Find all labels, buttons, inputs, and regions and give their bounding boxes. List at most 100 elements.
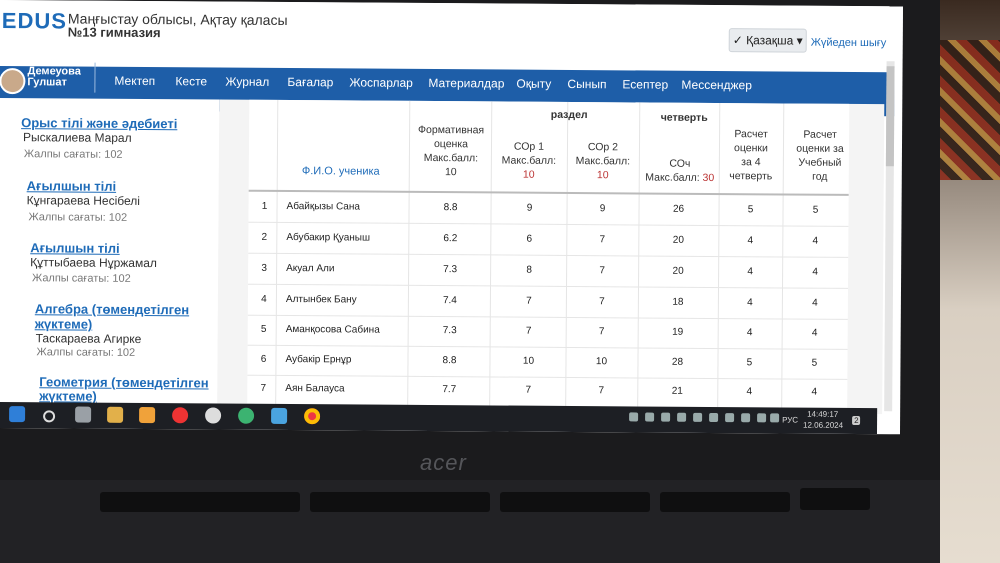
quarter-grade: 4 — [747, 266, 753, 278]
sor2-grade[interactable]: 7 — [566, 256, 638, 287]
year-grade: 5 — [812, 204, 819, 216]
volume-icon[interactable] — [770, 413, 780, 423]
user-name-line2: Гулшат — [27, 76, 67, 89]
subject-link[interactable]: Орыс тілі және әдебиеті — [21, 115, 177, 131]
user-name[interactable]: Демеуова Гулшат — [27, 65, 81, 89]
student-name: Аманқосова Сабина — [285, 324, 380, 336]
nav-mektep[interactable]: Мектеп — [114, 74, 155, 88]
nav-zhosparlar[interactable]: Жоспарлар — [349, 75, 413, 89]
tray-app-icon[interactable] — [645, 412, 655, 422]
header-y-l2: оценки за — [796, 142, 844, 155]
sor2-grade[interactable]: 7 — [566, 287, 638, 318]
nav-messenger[interactable]: Мессенджер — [681, 78, 752, 92]
header-formative-l1: Формативная — [418, 123, 485, 137]
chrome-icon[interactable] — [304, 408, 321, 425]
logout-link[interactable]: Жүйеден шығу — [811, 37, 887, 50]
cube-app-icon[interactable] — [271, 407, 288, 425]
soch-grade[interactable]: 21 — [637, 376, 717, 407]
network-icon[interactable] — [741, 413, 751, 423]
subject-teacher: Кұнгараева Несібелі — [26, 193, 141, 208]
subject-teacher: Құттыбаева Нұржамал — [30, 255, 157, 271]
formative-grade: 6.2 — [443, 233, 458, 245]
row-number: 7 — [260, 382, 267, 394]
subject-link[interactable]: Ағылшын тілі — [30, 240, 120, 256]
header-sor1-l2: Макс.балл: — [501, 154, 557, 167]
subject-link[interactable]: Алгебра (төмендетілген — [35, 301, 189, 317]
tray-app-icon[interactable] — [677, 412, 687, 422]
header-y-l1: Расчет — [803, 128, 837, 141]
soch-grade[interactable]: 26 — [638, 194, 718, 225]
input-language[interactable]: РУС — [782, 415, 798, 424]
nav-synyp[interactable]: Сынып — [567, 77, 606, 91]
clock-time[interactable]: 14:49:17 — [807, 410, 838, 419]
windows-start-icon[interactable] — [9, 406, 26, 423]
yandex-browser-icon[interactable] — [172, 407, 189, 424]
nav-keste[interactable]: Кесте — [175, 74, 207, 88]
sor2-grade[interactable]: 7 — [565, 376, 637, 407]
table-row[interactable]: 1 Абайқызы Сана 8.8 9 9 26 5 5 — [248, 191, 849, 227]
store-icon[interactable] — [139, 406, 156, 424]
soch-grade[interactable]: 28 — [637, 347, 717, 378]
header-soch-max: 30 — [702, 171, 715, 184]
wifi-icon[interactable] — [725, 413, 735, 423]
soch-grade[interactable]: 19 — [638, 317, 718, 348]
clock-date[interactable]: 12.06.2024 — [803, 421, 843, 430]
nav-bagalar[interactable]: Бағалар — [287, 75, 333, 89]
header-q-l2: оценки — [734, 142, 768, 155]
header-sor2-max: 10 — [596, 169, 609, 182]
soch-grade[interactable]: 18 — [638, 287, 718, 318]
sor2-grade[interactable]: 9 — [566, 194, 638, 225]
edus-logo[interactable]: EDUS — [2, 8, 67, 34]
sor1-grade[interactable]: 7 — [492, 286, 566, 317]
nav-zhurnal[interactable]: Журнал — [225, 75, 269, 89]
header-sor2-l2: Макс.балл: — [575, 155, 631, 168]
subject-link[interactable]: Ағылшын тілі — [27, 178, 117, 194]
year-grade: 4 — [812, 266, 818, 278]
header-sor1-l1: СОр 1 — [513, 140, 545, 153]
soch-grade[interactable]: 20 — [638, 256, 718, 287]
table-row[interactable]: 3 Акуал Али 7.3 8 7 20 4 4 — [248, 253, 849, 289]
key — [500, 492, 650, 512]
sor2-grade[interactable]: 10 — [565, 347, 637, 378]
search-icon[interactable] — [43, 410, 56, 423]
nav-esepter[interactable]: Есептер — [622, 77, 668, 91]
tray-app-icon[interactable] — [629, 412, 639, 422]
sor1-grade[interactable]: 8 — [492, 255, 566, 286]
sor1-grade[interactable]: 7 — [492, 316, 566, 347]
student-name: Аян Балауса — [285, 383, 345, 395]
header-sor1-max: 10 — [522, 168, 535, 181]
subject-link-line2[interactable]: жүктеме) — [35, 316, 93, 331]
nav-okytu[interactable]: Оқыту — [516, 77, 551, 91]
sor2-grade[interactable]: 7 — [566, 317, 638, 348]
header-formative: Формативная оценка Макс.балл: 10 — [409, 123, 493, 180]
formative-grade: 8.8 — [443, 202, 458, 214]
sor1-grade[interactable]: 6 — [492, 224, 566, 255]
header-sor1: СОр 1 Макс.балл: 10 — [493, 139, 565, 182]
formative-grade: 7.7 — [442, 384, 457, 396]
formative-grade: 7.3 — [442, 325, 457, 337]
row-number: 2 — [261, 231, 268, 243]
nav-materialdar[interactable]: Материалдар — [428, 76, 504, 91]
app-icon[interactable] — [238, 407, 255, 424]
sor2-grade[interactable]: 7 — [566, 225, 638, 256]
scrollbar-thumb[interactable] — [885, 66, 895, 167]
laptop: EDUS Маңғыстау облысы, Ақтау қаласы №13 … — [0, 0, 940, 563]
tray-app-icon[interactable] — [693, 412, 703, 422]
acer-logo: acer — [420, 450, 467, 475]
battery-icon[interactable] — [757, 413, 767, 423]
tray-app-icon[interactable] — [661, 412, 671, 422]
file-explorer-icon[interactable] — [107, 406, 124, 423]
language-button[interactable]: ✓ Қазақша ▾ — [728, 28, 807, 53]
sor1-grade[interactable]: 10 — [491, 346, 565, 377]
header-q-l3: за 4 — [741, 156, 761, 169]
notification-badge[interactable]: 2 — [852, 415, 861, 426]
sor1-grade[interactable]: 7 — [491, 375, 565, 406]
header-y-l3: Учебный — [798, 156, 842, 169]
yandex-icon[interactable] — [205, 407, 222, 424]
sor1-grade[interactable]: 9 — [492, 193, 566, 224]
soch-grade[interactable]: 20 — [638, 225, 718, 256]
task-view-icon[interactable] — [75, 406, 92, 423]
student-name: Аубакір Ернұр — [285, 354, 352, 366]
tray-app-icon[interactable] — [709, 412, 719, 423]
table-row[interactable]: 2 Абубакир Қуаныш 6.2 6 7 20 4 4 — [248, 222, 849, 258]
